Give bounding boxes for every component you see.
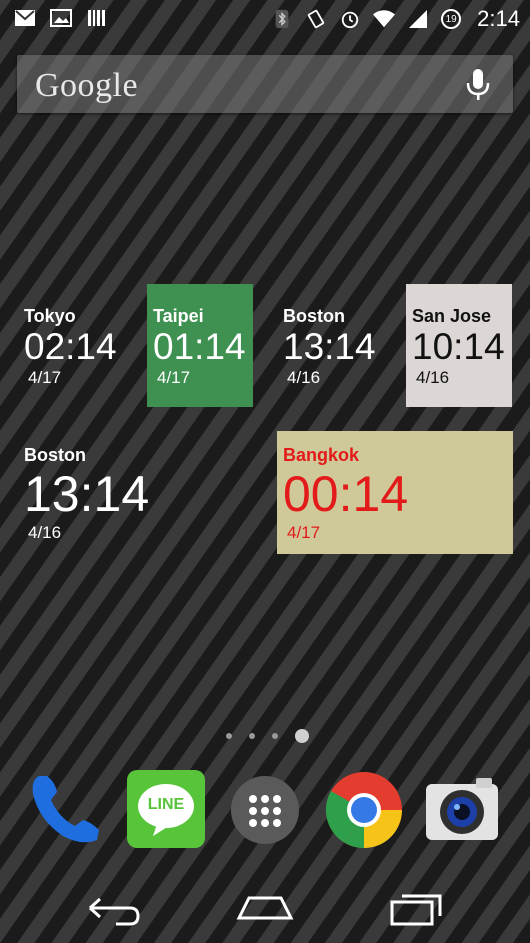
gallery-icon — [50, 9, 72, 27]
clock-city: Boston — [283, 306, 345, 326]
system-status[interactable]: 19 2:14 — [271, 6, 520, 32]
clock-city: Taipei — [153, 306, 204, 326]
camera-icon[interactable] — [422, 770, 502, 850]
clock-widget-tokyo[interactable]: Tokyo 02:14 4/17 — [18, 284, 124, 407]
alarm-icon — [341, 11, 359, 29]
chrome-icon[interactable] — [324, 770, 404, 850]
clock-widget-taipei[interactable]: Taipei 01:14 4/17 — [147, 284, 253, 407]
page-indicator[interactable] — [226, 729, 309, 743]
line-app-icon[interactable]: LINE — [127, 770, 205, 848]
clock-widget-bangkok[interactable]: Bangkok 00:14 4/17 — [277, 431, 513, 554]
battery-indicator: 19 — [441, 9, 462, 29]
clock-time: 13:14 — [283, 326, 376, 367]
clock-date: 4/17 — [28, 368, 62, 387]
clock-date: 4/17 — [157, 368, 191, 387]
phone-icon[interactable] — [25, 770, 105, 850]
status-time: 2:14 — [477, 6, 520, 31]
back-icon[interactable] — [84, 882, 144, 934]
gmail-icon — [15, 10, 35, 26]
clock-date: 4/16 — [416, 368, 450, 387]
signal-icon — [409, 10, 428, 28]
line-label: LINE — [147, 796, 185, 813]
app-drawer-icon[interactable] — [229, 770, 309, 850]
clock-time: 02:14 — [24, 326, 117, 367]
page-dot[interactable] — [249, 733, 255, 739]
clock-widget-boston[interactable]: Boston 13:14 4/16 — [277, 284, 383, 407]
bluetooth-icon — [275, 9, 289, 29]
clock-city: Tokyo — [24, 306, 76, 326]
home-icon[interactable] — [235, 882, 295, 934]
clock-date: 4/17 — [287, 523, 321, 542]
barcode-icon — [88, 10, 105, 26]
mic-icon[interactable] — [465, 68, 491, 102]
clock-city: Boston — [24, 445, 86, 465]
clock-city: San Jose — [412, 306, 492, 326]
page-dot-active[interactable] — [295, 729, 309, 743]
clock-time: 00:14 — [283, 466, 409, 522]
clock-widget-san-jose[interactable]: San Jose 10:14 4/16 — [406, 284, 512, 407]
vibrate-icon — [308, 9, 325, 29]
clock-city: Bangkok — [283, 445, 360, 465]
notification-area[interactable] — [14, 8, 108, 28]
clock-widget-boston-large[interactable]: Boston 13:14 4/16 — [18, 431, 254, 554]
recents-icon[interactable] — [386, 882, 446, 934]
clock-time: 01:14 — [153, 326, 246, 367]
page-dot[interactable] — [272, 733, 278, 739]
clock-time: 13:14 — [24, 466, 150, 522]
clock-date: 4/16 — [28, 523, 62, 542]
clock-date: 4/16 — [287, 368, 321, 387]
status-bar: 19 2:14 — [0, 0, 530, 38]
google-search-bar[interactable]: Google — [17, 55, 513, 113]
page-dot[interactable] — [226, 733, 232, 739]
google-logo: Google — [35, 67, 139, 104]
clock-time: 10:14 — [412, 326, 505, 367]
wifi-icon — [373, 10, 396, 28]
